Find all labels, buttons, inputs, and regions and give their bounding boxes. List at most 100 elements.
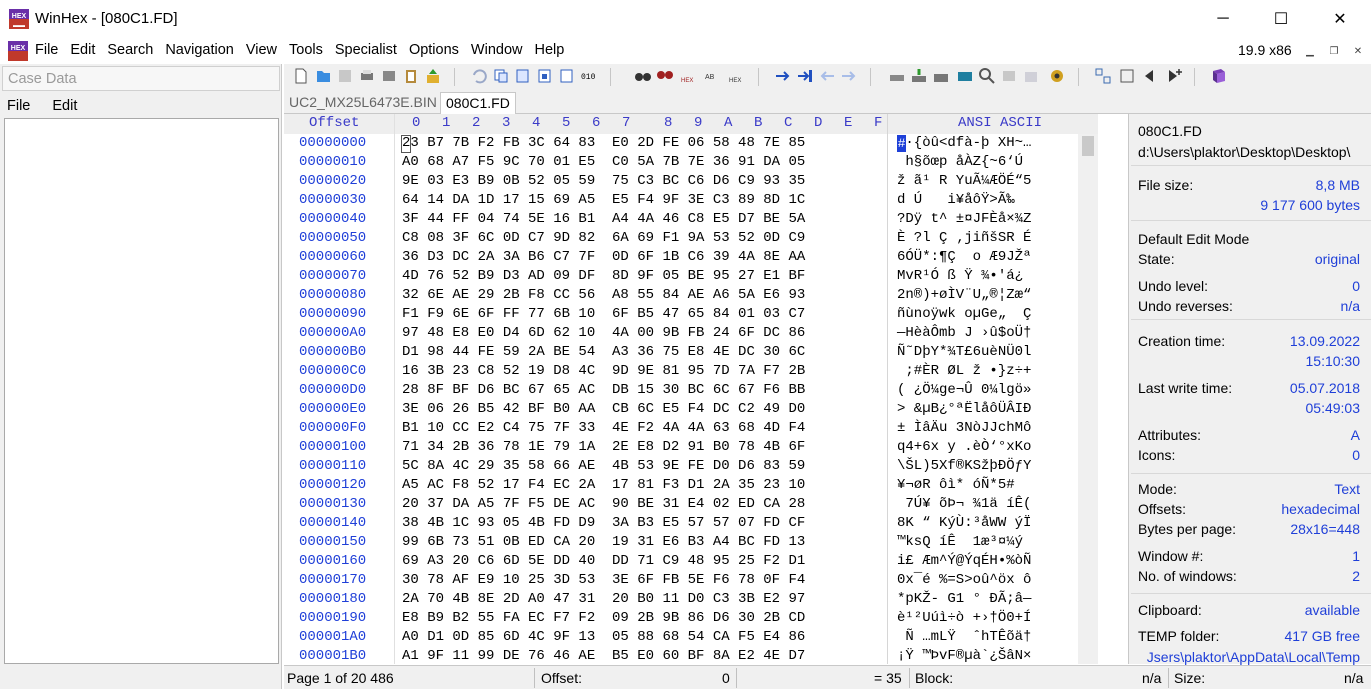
menu-window[interactable]: Window [471,42,523,58]
menu-view[interactable]: View [246,42,277,58]
menu-search[interactable]: Search [107,42,153,58]
hex-row[interactable]: 00000150 99 6B 73 51 0B ED CA 20 19 31 E6… [284,533,1098,552]
tab-uc2-bin[interactable]: UC2_MX25L6473E.BIN [284,92,442,114]
hex-row[interactable]: 00000170 30 78 AF E9 10 25 3D 53 3E 6F FB… [284,571,1098,590]
hex-row[interactable]: 00000100 71 34 2B 36 78 1E 79 1A 2E E8 D2… [284,438,1098,457]
row-hex-bytes[interactable]: D1 98 44 FE 59 2A BE 54 A3 36 75 E8 4E D… [402,344,805,360]
disk-tools-icon[interactable] [932,67,950,85]
hex-editor[interactable]: Offset 0 1 2 3 4 5 6 7 8 9 A B C D E F A… [284,114,1128,664]
row-ascii[interactable]: ž ã¹ R YuÃ¼ÆÖÉ“5 [897,173,1031,189]
hex-row[interactable]: 00000010 A0 68 A7 F5 9C 70 01 E5 C0 5A 7B… [284,153,1098,172]
row-ascii[interactable]: è¹²Uúì÷ò +›†Ö0+Í [897,610,1031,626]
winhex-menu-icon[interactable]: HEX [8,41,28,61]
row-hex-bytes[interactable]: 69 A3 20 C6 6D 5E DD 40 DD 71 C9 48 95 2… [402,553,805,569]
row-ascii[interactable]: *pKŽ- G1 ° ÐÃ;â— [897,591,1031,607]
paste-icon[interactable] [514,67,532,85]
maximize-button[interactable]: ☐ [1252,0,1310,38]
row-ascii[interactable]: 8K “ KýÙ:³åWW ýÏ [897,515,1031,531]
clipboard-icon[interactable] [402,67,420,85]
hex-row[interactable]: 00000140 38 4B 1C 93 05 4B FD D9 3A B3 E5… [284,514,1098,533]
menu-options[interactable]: Options [409,42,459,58]
case-menu-edit[interactable]: Edit [52,98,77,114]
row-ascii[interactable]: ¡Ÿ ™ÞvF®µà`¿ŠâN× [897,648,1031,664]
row-hex-bytes[interactable]: 5C 8A 4C 29 35 58 66 AE 4B 53 9E FE D0 D… [402,458,805,474]
menu-specialist[interactable]: Specialist [335,42,397,58]
analyze-icon[interactable] [978,67,996,85]
row-hex-bytes[interactable]: 64 14 DA 1D 17 15 69 A5 E5 F4 9F 3E C3 8… [402,192,805,208]
help-book-icon[interactable] [1210,67,1228,85]
search-again-icon[interactable]: HEX [728,67,746,85]
row-hex-bytes[interactable]: 28 8F BF D6 BC 67 65 AC DB 15 30 BC 6C 6… [402,382,805,398]
menu-file[interactable]: File [35,42,58,58]
row-hex-bytes[interactable]: 3E 06 26 B5 42 BF B0 AA CB 6C E5 F4 DC C… [402,401,805,417]
hex-row[interactable]: 00000050 C8 08 3F 6C 0D C7 9D 82 6A 69 F1… [284,229,1098,248]
menu-navigation[interactable]: Navigation [165,42,234,58]
properties-icon[interactable] [380,67,398,85]
hex-row[interactable]: 00000070 4D 76 52 B9 D3 AD 09 DF 8D 9F 05… [284,267,1098,286]
row-ascii[interactable]: Ñ …mLŸ ˆhTÊõä† [897,629,1031,645]
menu-edit[interactable]: Edit [70,42,95,58]
row-ascii[interactable]: ?Dÿ t^ ±¤JFÈå×¾Z [897,211,1031,227]
row-ascii[interactable]: 0x¯é %=S>oû^öx ô [897,572,1031,588]
hex-row[interactable]: 000000C0 16 3B 23 C8 52 19 D8 4C 9D 9E 81… [284,362,1098,381]
menu-help[interactable]: Help [535,42,565,58]
directory-browser-icon[interactable] [1094,67,1112,85]
paste-zero-icon[interactable] [558,67,576,85]
previous-icon[interactable] [1140,67,1158,85]
row-hex-bytes[interactable]: A5 AC F8 52 17 F4 EC 2A 17 81 F3 D1 2A 3… [402,477,805,493]
hex-row[interactable]: 000000F0 B1 10 CC E2 C4 75 7F 33 4E F2 4A… [284,419,1098,438]
ram-editor-icon[interactable] [956,67,974,85]
go-to-offset-icon[interactable] [774,67,792,85]
row-hex-bytes[interactable]: 20 37 DA A5 7F F5 DE AC 90 BE 31 E4 02 E… [402,496,805,512]
hex-row[interactable]: 000000D0 28 8F BF D6 BC 67 65 AC DB 15 30… [284,381,1098,400]
row-hex-bytes[interactable]: 2A 70 4B 8E 2D A0 47 31 20 B0 11 D0 C3 3… [402,591,805,607]
open-disk-icon[interactable] [888,67,906,85]
row-hex-bytes[interactable]: 23 B7 7B F2 FB 3C 64 83 E0 2D FE 06 58 4… [402,135,805,151]
case-tree-view[interactable] [4,118,279,664]
copy-block-icon[interactable] [492,67,510,85]
case-list-icon[interactable] [1118,67,1136,85]
row-hex-bytes[interactable]: 99 6B 73 51 0B ED CA 20 19 31 E6 B3 A4 B… [402,534,805,550]
mdi-close-button[interactable]: ✕ [1348,42,1368,60]
mdi-minimize-button[interactable]: ▁ [1300,42,1320,60]
settings-gear-icon[interactable] [1048,67,1066,85]
row-hex-bytes[interactable]: F1 F9 6E 6F FF 77 6B 10 6F B5 47 65 84 0… [402,306,805,322]
row-ascii[interactable]: ;#ÈR ØL ž •}z÷+ [897,363,1031,379]
row-hex-bytes[interactable]: 32 6E AE 29 2B F8 CC 56 A8 55 84 AE A6 5… [402,287,805,303]
hash-icon[interactable] [1000,67,1018,85]
hex-row[interactable]: 00000180 2A 70 4B 8E 2D A0 47 31 20 B0 11… [284,590,1098,609]
hex-row[interactable]: 000001A0 A0 D1 0D 85 6D 4C 9F 13 05 88 68… [284,628,1098,647]
hex-row[interactable]: 000000E0 3E 06 26 B5 42 BF B0 AA CB 6C E5… [284,400,1098,419]
write-clipboard-icon[interactable] [536,67,554,85]
find-text-icon[interactable] [634,67,652,85]
row-hex-bytes[interactable]: E8 B9 B2 55 FA EC F7 F2 09 2B 9B 86 D6 3… [402,610,805,626]
hex-row[interactable]: 00000080 32 6E AE 29 2B F8 CC 56 A8 55 84… [284,286,1098,305]
row-hex-bytes[interactable]: 30 78 AF E9 10 25 3D 53 3E 6F FB 5E F6 7… [402,572,805,588]
row-ascii[interactable]: 7Ú¥ õÞ¬ ¾1ä íÊ( [897,496,1031,512]
open-file-icon[interactable] [314,67,332,85]
row-ascii[interactable]: 2n®)+øÌV¨U„®¦Zæ“ [897,287,1031,303]
menu-tools[interactable]: Tools [289,42,323,58]
hex-row[interactable]: 00000090 F1 F9 6E 6F FF 77 6B 10 6F B5 47… [284,305,1098,324]
hex-row[interactable]: 00000110 5C 8A 4C 29 35 58 66 AE 4B 53 9E… [284,457,1098,476]
hex-row[interactable]: 00000040 3F 44 FF 04 74 5E 16 B1 A4 4A 46… [284,210,1098,229]
back-icon[interactable] [818,67,836,85]
hex-row[interactable]: 000001B0 A1 9F 11 99 DE 76 46 AE B5 E0 60… [284,647,1098,666]
hex-row[interactable]: 00000160 69 A3 20 C6 6D 5E DD 40 DD 71 C9… [284,552,1098,571]
hex-row[interactable]: 00000020 9E 03 E3 B9 0B 52 05 59 75 C3 BC… [284,172,1098,191]
row-ascii[interactable]: Ñ˜DþY*¾T£6uèNÜ0l [897,344,1031,360]
row-hex-bytes[interactable]: 9E 03 E3 B9 0B 52 05 59 75 C3 BC C6 D6 C… [402,173,805,189]
row-hex-bytes[interactable]: C8 08 3F 6C 0D C7 9D 82 6A 69 F1 9A 53 5… [402,230,805,246]
row-ascii[interactable]: q4+6x y .èÒ‘°xKo [897,439,1031,455]
close-button[interactable]: ✕ [1311,0,1369,38]
hex-row[interactable]: 000000B0 D1 98 44 FE 59 2A BE 54 A3 36 75… [284,343,1098,362]
row-ascii[interactable]: 6ÓÜ*:¶Ç o Æ9JŽª [897,249,1031,265]
row-ascii[interactable]: ± ÌâÄu 3NòJJchMô [897,420,1031,436]
row-hex-bytes[interactable]: A0 D1 0D 85 6D 4C 9F 13 05 88 68 54 CA F… [402,629,805,645]
save-icon[interactable] [336,67,354,85]
row-hex-bytes[interactable]: 36 D3 DC 2A 3A B6 C7 7F 0D 6F 1B C6 39 4… [402,249,805,265]
row-ascii[interactable]: —HèàÔmb J ›û$oÜ† [897,325,1031,341]
row-ascii[interactable]: ( ¿Ö¼ge¬Û 0¼lgö» [897,382,1031,398]
row-hex-bytes[interactable]: 3F 44 FF 04 74 5E 16 B1 A4 4A 46 C8 E5 D… [402,211,805,227]
print-icon[interactable] [358,67,376,85]
